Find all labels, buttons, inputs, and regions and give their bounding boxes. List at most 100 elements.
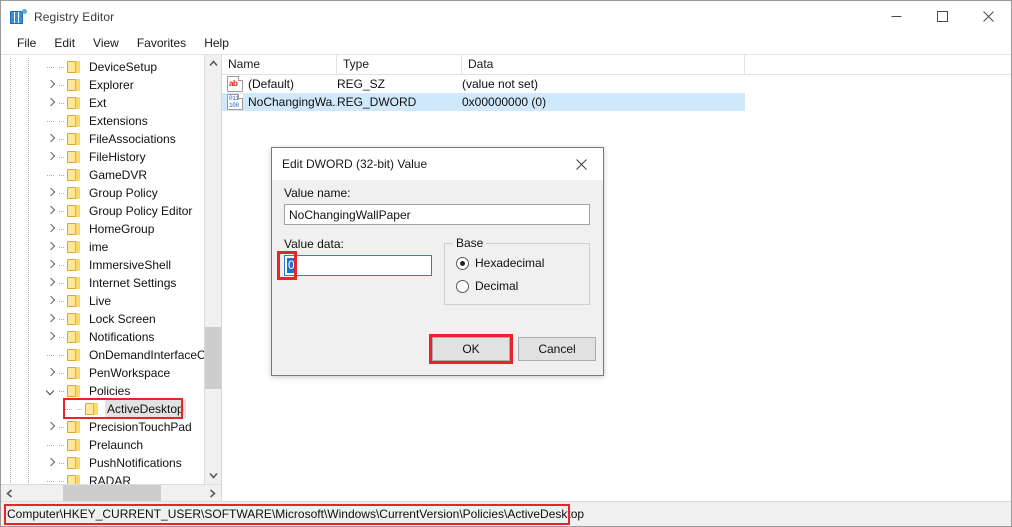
folder-icon	[66, 150, 82, 164]
tree-item-gamedvr[interactable]: GameDVR	[1, 166, 221, 184]
tree-item-pushnotifications[interactable]: PushNotifications	[1, 454, 221, 472]
tree-item-label: Internet Settings	[89, 276, 177, 290]
column-header-data[interactable]: Data	[462, 55, 745, 74]
chevron-right-icon[interactable]	[204, 485, 221, 501]
tree-item-label: Notifications	[89, 330, 155, 344]
tree-item-ondemandinterfaceca[interactable]: OnDemandInterfaceCa	[1, 346, 221, 364]
chevron-right-icon[interactable]	[43, 238, 59, 256]
tree-indent-guide	[1, 148, 43, 166]
tree-item-label: HomeGroup	[89, 222, 155, 236]
chevron-right-icon[interactable]	[43, 418, 59, 436]
tree-item-explorer[interactable]: Explorer	[1, 76, 221, 94]
chevron-right-icon[interactable]	[43, 76, 59, 94]
maximize-icon[interactable]	[919, 1, 965, 32]
tree-item-internet-settings[interactable]: Internet Settings	[1, 274, 221, 292]
table-row[interactable]: 011 100 NoChangingWa... REG_DWORD 0x00000000…	[222, 93, 745, 111]
chevron-right-icon[interactable]	[43, 130, 59, 148]
folder-icon	[66, 114, 82, 128]
tree-connector	[59, 202, 66, 220]
folder-icon	[66, 348, 82, 362]
tree-item-activedesktop[interactable]: ActiveDesktop	[1, 398, 221, 419]
radio-unchecked-icon	[456, 279, 469, 293]
chevron-right-icon[interactable]	[43, 292, 59, 310]
menu-item-view[interactable]: View	[84, 33, 128, 53]
tree-item-group-policy-editor[interactable]: Group Policy Editor	[1, 202, 221, 220]
tree-item-immersiveshell[interactable]: ImmersiveShell	[1, 256, 221, 274]
tree-item-homegroup[interactable]: HomeGroup	[1, 220, 221, 238]
tree-item-live[interactable]: Live	[1, 292, 221, 310]
tree-indent-guide	[1, 58, 43, 76]
close-icon[interactable]	[559, 148, 603, 180]
tree-item-fileassociations[interactable]: FileAssociations	[1, 130, 221, 148]
tree-scroll-area: DeviceSetup Explorer Ext Extensions FileAsso…	[1, 55, 221, 484]
tree-connector	[43, 166, 59, 184]
cancel-button[interactable]: Cancel	[518, 337, 596, 361]
tree-item-devicesetup[interactable]: DeviceSetup	[1, 58, 221, 76]
folder-icon	[66, 384, 82, 398]
tree-indent-guide	[1, 256, 43, 274]
chevron-right-icon[interactable]	[43, 274, 59, 292]
chevron-down-icon[interactable]	[205, 467, 221, 484]
tree-item-policies[interactable]: Policies	[1, 382, 221, 400]
chevron-right-icon[interactable]	[43, 364, 59, 382]
tree-item-filehistory[interactable]: FileHistory	[1, 148, 221, 166]
menu-item-file[interactable]: File	[8, 33, 45, 53]
chevron-right-icon[interactable]	[43, 94, 59, 112]
tree-item-extensions[interactable]: Extensions	[1, 112, 221, 130]
registry-path-text: Computer\HKEY_CURRENT_USER\SOFTWARE\Micr…	[7, 507, 585, 521]
tree-indent-guide	[1, 238, 43, 256]
tree-item-group-policy[interactable]: Group Policy	[1, 184, 221, 202]
chevron-up-icon[interactable]	[205, 55, 221, 72]
tree-vscroll-thumb[interactable]	[205, 327, 221, 389]
folder-icon	[66, 186, 82, 200]
chevron-right-icon[interactable]	[43, 454, 59, 472]
tree-connector	[59, 472, 66, 484]
chevron-right-icon[interactable]	[43, 220, 59, 238]
minimize-icon[interactable]	[873, 1, 919, 32]
tree-connector	[43, 112, 59, 130]
radio-decimal[interactable]: Decimal	[456, 279, 518, 293]
tree-connector	[59, 328, 66, 346]
chevron-down-icon[interactable]	[43, 382, 59, 400]
tree-indent-guide	[1, 112, 43, 130]
table-row[interactable]: ab (Default) REG_SZ (value not set)	[222, 75, 1011, 93]
chevron-right-icon[interactable]	[43, 202, 59, 220]
tree-vertical-scrollbar[interactable]	[204, 55, 221, 484]
tree-item-prelaunch[interactable]: Prelaunch	[1, 436, 221, 454]
tree-item-precisiontouchpad[interactable]: PrecisionTouchPad	[1, 418, 221, 436]
tree-connector	[59, 220, 66, 238]
tree-item-notifications[interactable]: Notifications	[1, 328, 221, 346]
folder-icon	[66, 132, 82, 146]
chevron-right-icon[interactable]	[43, 328, 59, 346]
chevron-right-icon[interactable]	[43, 184, 59, 202]
menu-item-favorites[interactable]: Favorites	[128, 33, 195, 53]
tree-item-penworkspace[interactable]: PenWorkspace	[1, 364, 221, 382]
chevron-right-icon[interactable]	[43, 310, 59, 328]
chevron-right-icon[interactable]	[43, 256, 59, 274]
tree-horizontal-scrollbar[interactable]	[1, 484, 221, 501]
column-header-name[interactable]: Name	[222, 55, 337, 74]
ok-button[interactable]: OK	[432, 337, 510, 361]
column-header-type[interactable]: Type	[337, 55, 462, 74]
menu-item-help[interactable]: Help	[195, 33, 238, 53]
tree-indent-guide	[1, 166, 43, 184]
tree-connector	[59, 418, 66, 436]
tree-item-radar[interactable]: RADAR	[1, 472, 221, 484]
tree-connector	[59, 94, 66, 112]
chevron-right-icon[interactable]	[43, 148, 59, 166]
value-data-input[interactable]	[284, 255, 432, 276]
radio-hexadecimal[interactable]: Hexadecimal	[456, 256, 544, 270]
value-name-input[interactable]	[284, 204, 590, 225]
tree-item-ext[interactable]: Ext	[1, 94, 221, 112]
tree-indent-guide	[1, 418, 43, 436]
chevron-left-icon[interactable]	[1, 485, 18, 501]
close-icon[interactable]	[965, 1, 1011, 32]
tree-indent-guide	[1, 274, 43, 292]
menu-item-edit[interactable]: Edit	[45, 33, 84, 53]
tree-item-label: Lock Screen	[89, 312, 156, 326]
tree-item-ime[interactable]: ime	[1, 238, 221, 256]
tree-hscroll-thumb[interactable]	[63, 485, 161, 501]
folder-icon	[66, 222, 82, 236]
tree-item-lock-screen[interactable]: Lock Screen	[1, 310, 221, 328]
folder-icon	[66, 420, 82, 434]
